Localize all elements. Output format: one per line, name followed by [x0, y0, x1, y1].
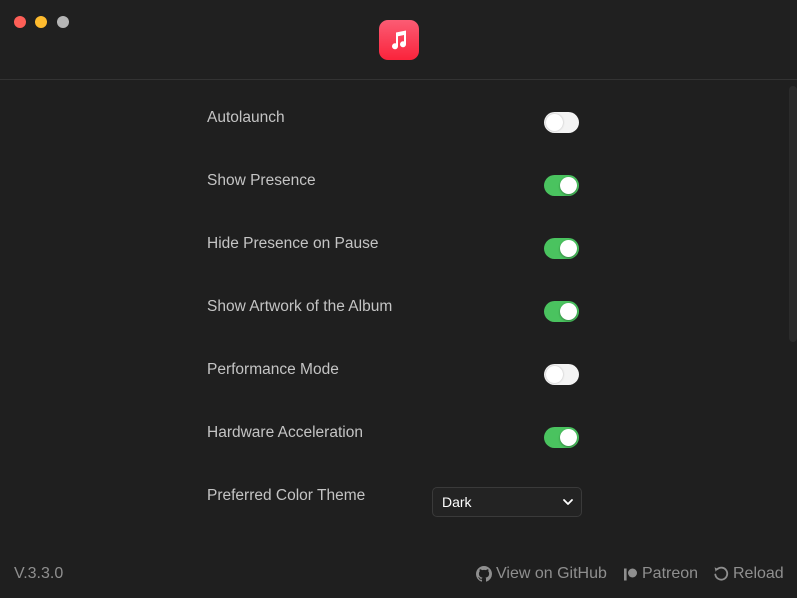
toggle-knob [560, 177, 577, 194]
version-label: V.3.3.0 [14, 565, 64, 582]
chevron-down-icon [563, 499, 573, 505]
patreon-link[interactable]: Patreon [623, 564, 698, 584]
performance-mode-toggle[interactable] [544, 364, 579, 385]
toggle-knob [546, 366, 563, 383]
patreon-icon [624, 568, 637, 580]
toggle-knob [560, 429, 577, 446]
show-presence-toggle[interactable] [544, 175, 579, 196]
reload-icon [714, 566, 729, 581]
color-theme-selected-value: Dark [442, 494, 472, 510]
reload-label: Reload [733, 565, 784, 582]
scrollbar-thumb[interactable] [789, 86, 797, 342]
setting-label-autolaunch: Autolaunch [207, 109, 285, 126]
toggle-knob [560, 303, 577, 320]
github-icon [476, 566, 492, 582]
hardware-acceleration-toggle[interactable] [544, 427, 579, 448]
setting-label-show-artwork: Show Artwork of the Album [207, 298, 393, 315]
setting-label-hardware-acceleration: Hardware Acceleration [207, 424, 363, 441]
color-theme-select[interactable]: Dark [432, 487, 582, 517]
patreon-link-label: Patreon [642, 565, 699, 582]
autolaunch-toggle[interactable] [544, 112, 579, 133]
toggle-knob [560, 240, 577, 257]
window-close-button[interactable] [14, 16, 26, 28]
window-minimize-button[interactable] [35, 16, 47, 28]
setting-label-hide-presence-on-pause: Hide Presence on Pause [207, 235, 379, 252]
hide-presence-on-pause-toggle[interactable] [544, 238, 579, 259]
setting-label-performance-mode: Performance Mode [207, 361, 339, 378]
github-link-label: View on GitHub [496, 565, 607, 582]
reload-button[interactable]: Reload [713, 564, 784, 584]
title-bar [0, 0, 797, 80]
setting-label-color-theme: Preferred Color Theme [207, 487, 366, 504]
window-zoom-button[interactable] [57, 16, 69, 28]
view-on-github-link[interactable]: View on GitHub [476, 564, 607, 584]
music-note-icon [379, 20, 419, 60]
toggle-knob [546, 114, 563, 131]
show-artwork-toggle[interactable] [544, 301, 579, 322]
setting-label-show-presence: Show Presence [207, 172, 316, 189]
